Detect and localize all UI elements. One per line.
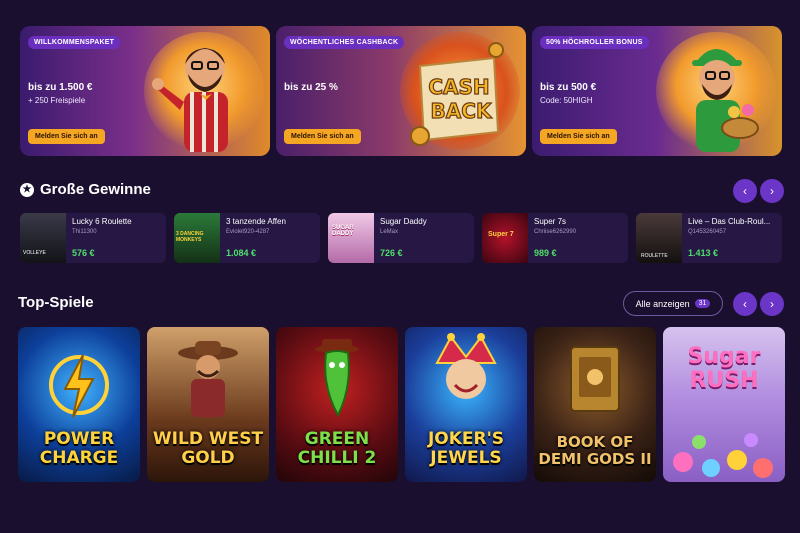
chevron-right-icon: › xyxy=(770,297,774,311)
winner-name: Q1453260457 xyxy=(688,229,727,235)
games-count-badge: 31 xyxy=(694,299,711,308)
game-thumbnail: ROULETTE xyxy=(636,213,682,263)
thumb-label: SUGAR DADDY xyxy=(332,225,354,237)
game-title: WILD WEST GOLD xyxy=(152,429,264,468)
joker-illustration xyxy=(435,333,497,399)
cashback-illustration: CASH BACK xyxy=(410,42,504,146)
big-wins-list: VOLLEYE Lucky 6 Roulette Thi11300 576 € … xyxy=(20,213,800,263)
mascot-illustration xyxy=(152,48,228,152)
promo-tag: WÖCHENTLICHES CASHBACK xyxy=(284,36,405,49)
candy-illustration xyxy=(673,433,773,478)
win-amount: 576 € xyxy=(72,248,95,258)
chevron-left-icon: ‹ xyxy=(743,297,747,311)
promo-banners: WILLKOMMENSPAKET bis zu 1.500 € + 250 Fr… xyxy=(20,26,782,156)
game-card[interactable]: POWER CHARGE xyxy=(18,327,140,482)
promo-amount: bis zu 1.500 € xyxy=(28,82,93,93)
cowboy-illustration xyxy=(178,341,238,417)
signup-button[interactable]: Melden Sie sich an xyxy=(284,129,361,144)
see-all-button[interactable]: Alle anzeigen 31 xyxy=(623,291,723,316)
svg-text:BACK: BACK xyxy=(431,99,493,123)
promo-cashback[interactable]: WÖCHENTLICHES CASHBACK bis zu 25 % Melde… xyxy=(276,26,526,156)
win-amount: 1.084 € xyxy=(226,248,257,258)
svg-text:CASH: CASH xyxy=(428,75,489,99)
promo-amount: bis zu 500 € xyxy=(540,82,597,93)
game-thumbnail: VOLLEYE xyxy=(20,213,66,263)
game-title: JOKER'S JEWELS xyxy=(427,429,505,468)
game-thumbnail: Super 7 xyxy=(482,213,528,263)
promo-highroller[interactable]: 50% HÖCHROLLER BONUS bis zu 500 € Code: … xyxy=(532,26,782,156)
section-title: Große Gewinne xyxy=(40,181,151,198)
games-prev-button[interactable]: ‹ xyxy=(733,292,757,316)
game-card[interactable]: JOKER'S JEWELS xyxy=(405,327,527,482)
casino-lobby: WILLKOMMENSPAKET bis zu 1.500 € + 250 Fr… xyxy=(0,0,800,533)
winner-name: Eviolet920-4287 xyxy=(226,229,270,235)
thumb-label: Super 7 xyxy=(488,231,514,238)
lightning-icon xyxy=(49,354,109,418)
winner-name: Thi11300 xyxy=(72,229,97,235)
game-name: 3 tanzende Affen xyxy=(226,217,286,226)
chilli-illustration xyxy=(315,339,359,417)
win-item[interactable]: ROULETTE Live – Das Club-Roul... Q145326… xyxy=(636,213,782,263)
thumb-label: 3 DANCING MONKEYS xyxy=(176,231,204,243)
section-top-games: Top-Spiele xyxy=(18,294,94,311)
win-item[interactable]: VOLLEYE Lucky 6 Roulette Thi11300 576 € xyxy=(20,213,166,263)
mascot-illustration xyxy=(692,49,759,152)
winner-name: LeMax xyxy=(380,229,399,235)
chevron-right-icon: › xyxy=(770,184,774,198)
win-item[interactable]: 3 DANCING MONKEYS 3 tanzende Affen Eviol… xyxy=(174,213,320,263)
game-name: Live – Das Club-Roul... xyxy=(688,217,771,226)
game-card[interactable]: Sugar RUSH xyxy=(663,327,785,482)
wins-next-button[interactable]: › xyxy=(760,179,784,203)
game-card[interactable]: GREEN CHILLI 2 xyxy=(276,327,398,482)
thumb-label: VOLLEYE xyxy=(23,250,46,256)
see-all-label: Alle anzeigen xyxy=(635,298,690,309)
promo-welcome[interactable]: WILLKOMMENSPAKET bis zu 1.500 € + 250 Fr… xyxy=(20,26,270,156)
game-title: BOOK OF DEMI GODS II xyxy=(538,433,652,468)
wins-prev-button[interactable]: ‹ xyxy=(733,179,757,203)
signup-button[interactable]: Melden Sie sich an xyxy=(540,129,617,144)
promo-detail: + 250 Freispiele xyxy=(28,96,86,105)
game-thumbnail: SUGAR DADDY xyxy=(328,213,374,263)
game-name: Super 7s xyxy=(534,217,567,226)
promo-tag: 50% HÖCHROLLER BONUS xyxy=(540,36,649,49)
book-illustration xyxy=(570,346,620,412)
section-big-wins: ★ Große Gewinne xyxy=(20,181,151,198)
game-title: POWER CHARGE xyxy=(39,429,119,468)
game-thumbnail: 3 DANCING MONKEYS xyxy=(174,213,220,263)
game-title: GREEN CHILLI 2 xyxy=(297,429,377,468)
thumb-label: ROULETTE xyxy=(641,253,668,259)
win-item[interactable]: SUGAR DADDY Sugar Daddy LeMax 726 € xyxy=(328,213,474,263)
promo-amount: bis zu 25 % xyxy=(284,82,338,93)
promo-tag: WILLKOMMENSPAKET xyxy=(28,36,121,49)
promo-code: Code: 50HIGH xyxy=(540,96,593,105)
signup-button[interactable]: Melden Sie sich an xyxy=(28,129,105,144)
top-games-list: POWER CHARGE WILD WEST GOLD GREEN CHILLI… xyxy=(18,327,785,482)
games-next-button[interactable]: › xyxy=(760,292,784,316)
game-card[interactable]: BOOK OF DEMI GODS II xyxy=(534,327,656,482)
game-name: Lucky 6 Roulette xyxy=(72,217,132,226)
chevron-left-icon: ‹ xyxy=(743,184,747,198)
section-title: Top-Spiele xyxy=(18,294,94,311)
game-card[interactable]: WILD WEST GOLD xyxy=(147,327,269,482)
win-item[interactable]: Super 7 Super 7s Chriise6262990 989 € xyxy=(482,213,628,263)
win-amount: 1.413 € xyxy=(688,248,719,258)
win-amount: 726 € xyxy=(380,248,403,258)
game-name: Sugar Daddy xyxy=(380,217,427,226)
game-title: Sugar RUSH xyxy=(687,344,761,393)
star-icon: ★ xyxy=(20,182,34,197)
winner-name: Chriise6262990 xyxy=(534,229,577,235)
win-amount: 989 € xyxy=(534,248,557,258)
